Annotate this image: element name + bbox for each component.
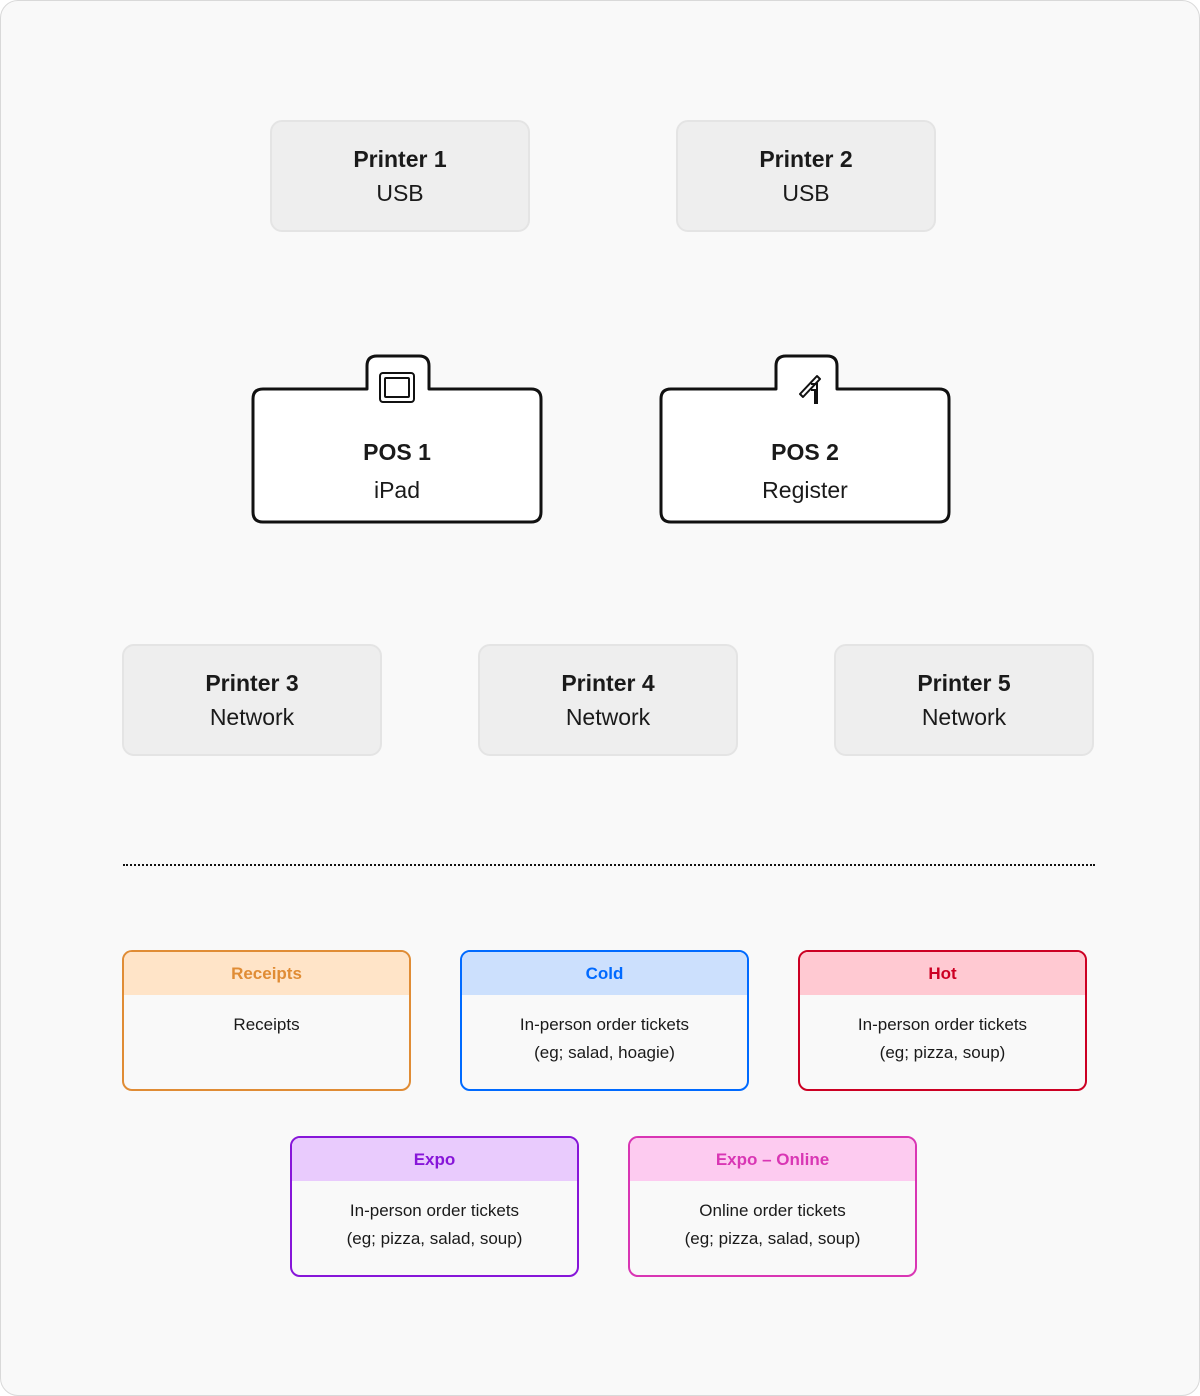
printer-name: Printer 5 xyxy=(917,670,1011,696)
printer-name: Printer 2 xyxy=(759,146,853,172)
pos-name: POS 2 xyxy=(771,439,839,465)
route-description: Receipts xyxy=(233,1015,300,1034)
printer-4-card: Printer 4 Network xyxy=(478,644,738,756)
route-hot: Hot In-person order tickets (eg; pizza, … xyxy=(798,950,1087,1091)
printer-name: Printer 4 xyxy=(561,670,655,696)
route-description: In-person order tickets xyxy=(857,1015,1028,1034)
route-title: Cold xyxy=(462,952,747,995)
route-title: Expo xyxy=(292,1138,577,1181)
ipad-icon xyxy=(379,372,415,403)
printer-2-card: Printer 2 USB xyxy=(676,120,936,232)
printer-name: Printer 3 xyxy=(205,670,299,696)
diagram-canvas: Printer 1 USB Printer 2 USB POS 1 iPad P… xyxy=(0,0,1200,1396)
route-expo: Expo In-person order tickets (eg; pizza,… xyxy=(290,1136,579,1277)
register-stand-icon xyxy=(799,375,821,404)
pos-type: iPad xyxy=(373,477,421,503)
printer-connection: Network xyxy=(209,704,295,730)
pos-name: POS 1 xyxy=(363,439,431,465)
route-title: Hot xyxy=(800,952,1085,995)
route-example: (eg; pizza, salad, soup) xyxy=(684,1229,861,1248)
pos-1-card: POS 1 iPad xyxy=(251,354,543,526)
printer-connection: Network xyxy=(921,704,1007,730)
printer-1-card: Printer 1 USB xyxy=(270,120,530,232)
route-example: (eg; salad, hoagie) xyxy=(534,1043,675,1062)
printer-3-card: Printer 3 Network xyxy=(122,644,382,756)
route-description: In-person order tickets xyxy=(349,1201,520,1220)
printer-connection: USB xyxy=(376,180,424,206)
printer-5-card: Printer 5 Network xyxy=(834,644,1094,756)
route-cold: Cold In-person order tickets (eg; salad,… xyxy=(460,950,749,1091)
printer-connection: Network xyxy=(565,704,651,730)
route-example: (eg; pizza, salad, soup) xyxy=(346,1229,523,1248)
dotted-divider xyxy=(123,864,1095,866)
route-title: Receipts xyxy=(124,952,409,995)
printer-connection: USB xyxy=(782,180,830,206)
route-expo-online: Expo – Online Online order tickets (eg; … xyxy=(628,1136,917,1277)
route-description: Online order tickets xyxy=(699,1201,846,1220)
printer-name: Printer 1 xyxy=(353,146,447,172)
route-example: (eg; pizza, soup) xyxy=(879,1043,1006,1062)
route-title: Expo – Online xyxy=(630,1138,915,1181)
route-receipts: Receipts Receipts xyxy=(122,950,411,1091)
route-description: In-person order tickets xyxy=(519,1015,690,1034)
pos-type: Register xyxy=(762,477,848,503)
pos-2-card: POS 2 Register xyxy=(659,354,951,526)
